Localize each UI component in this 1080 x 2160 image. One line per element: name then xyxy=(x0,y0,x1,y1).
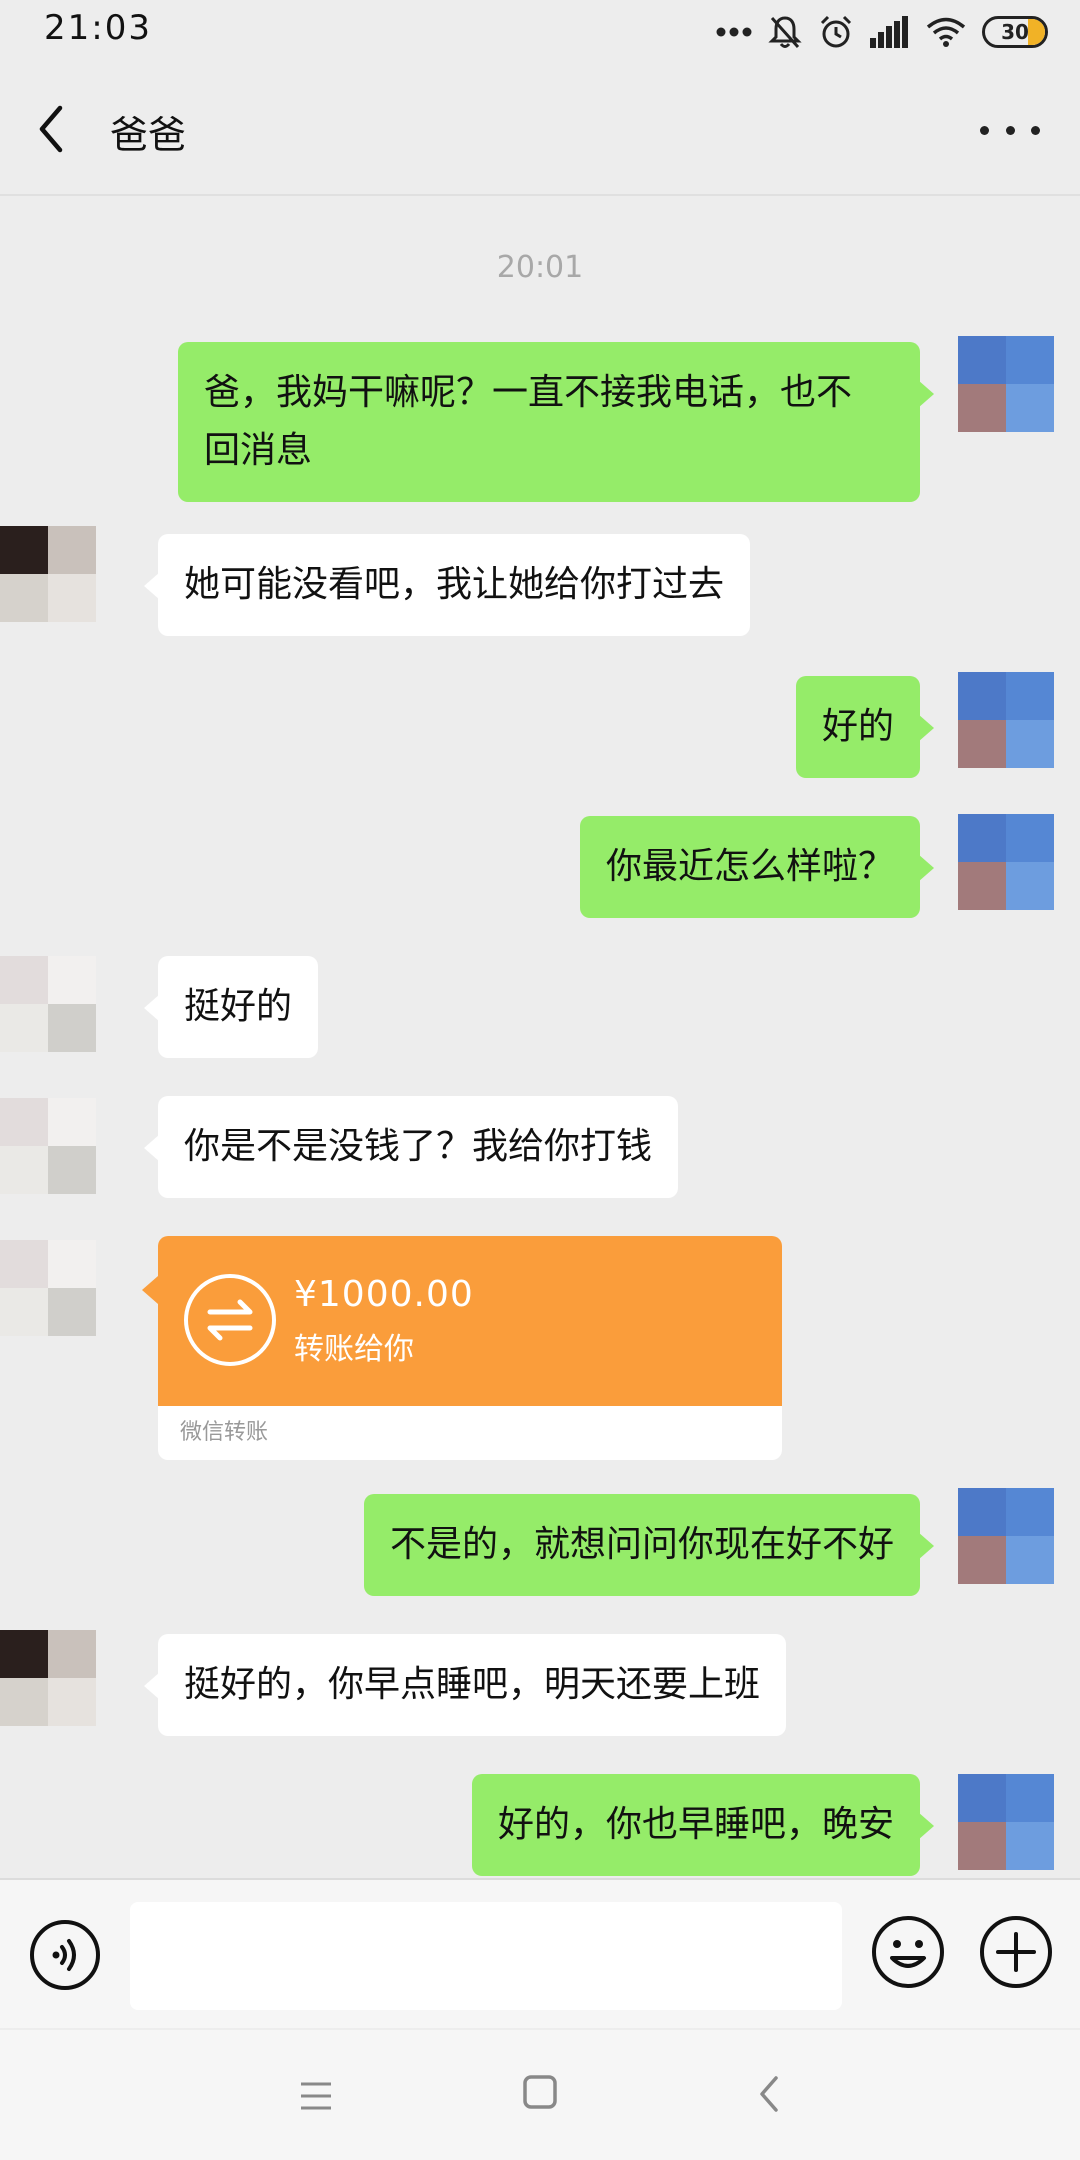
nav-menu-button[interactable] xyxy=(298,2078,334,2114)
message-bubble-me[interactable]: 好的，你也早睡吧，晚安 xyxy=(471,1774,935,1876)
message-text: 她可能没看吧，我让她给你打过去 xyxy=(184,564,725,605)
input-bar xyxy=(0,1878,1080,2028)
chat-title: 爸爸 xyxy=(110,113,187,157)
system-nav-bar xyxy=(0,2030,1080,2160)
back-arrow-icon xyxy=(760,2076,778,2112)
chevron-left-icon xyxy=(39,105,63,153)
more-horizontal-icon xyxy=(980,125,989,135)
mute-bell-icon xyxy=(768,16,802,49)
dad-avatar[interactable] xyxy=(0,956,96,1052)
message-timestamp: 20:01 xyxy=(496,250,584,285)
home-square-icon xyxy=(523,2075,557,2109)
more-dots-icon xyxy=(716,27,752,37)
message-text: 好的 xyxy=(821,706,894,747)
plus-circle-icon xyxy=(980,1916,1052,1988)
message-text: 挺好的，你早点睡吧，明天还要上班 xyxy=(184,1664,761,1705)
signal-icon xyxy=(870,16,908,48)
emoji-button[interactable] xyxy=(870,1914,946,1990)
message-text: 不是的，就想问问你现在好不好 xyxy=(389,1524,894,1565)
dad-avatar[interactable] xyxy=(0,526,96,622)
wifi-icon xyxy=(926,17,966,47)
transfer-description: 转账给你 xyxy=(294,1332,414,1367)
message-bubble-dad[interactable]: 挺好的 xyxy=(143,956,319,1058)
transfer-amount: ¥1000.00 xyxy=(294,1274,474,1315)
message-bubble-dad[interactable]: 她可能没看吧，我让她给你打过去 xyxy=(143,534,751,636)
message-text: 挺好的 xyxy=(184,986,293,1027)
message-bubble-me[interactable]: 你最近怎么样啦？ xyxy=(579,816,935,918)
message-text: 你是不是没钱了？我给你打钱 xyxy=(184,1126,653,1167)
transfer-bubble-tail xyxy=(142,1276,158,1304)
voice-button[interactable] xyxy=(28,1918,102,1992)
alarm-icon xyxy=(820,15,852,48)
message-text: 好的，你也早睡吧，晚安 xyxy=(497,1804,894,1845)
nav-home-button[interactable] xyxy=(522,2074,558,2110)
my-avatar[interactable] xyxy=(958,1488,1054,1584)
back-button[interactable] xyxy=(30,100,80,158)
my-avatar[interactable] xyxy=(958,672,1054,768)
message-bubble-me[interactable]: 好的 xyxy=(795,676,935,778)
nav-back-button[interactable] xyxy=(752,2074,788,2114)
more-functions-button[interactable] xyxy=(978,1914,1054,1990)
status-time: 21:03 xyxy=(44,8,152,48)
my-avatar[interactable] xyxy=(958,814,1054,910)
status-bar: 21:03 30 xyxy=(0,0,1080,62)
transfer-card-body: ¥1000.00 转账给你 xyxy=(158,1236,782,1406)
more-button[interactable] xyxy=(980,112,1040,148)
message-input[interactable] xyxy=(130,1902,842,2010)
dad-avatar[interactable] xyxy=(0,1098,96,1194)
message-bubble-me[interactable]: 爸，我妈干嘛呢？一直不接我电话，也不 回消息 xyxy=(178,342,934,502)
emoji-icon xyxy=(872,1916,944,1988)
transfer-footer: 微信转账 xyxy=(180,1420,269,1445)
battery-icon: 30 xyxy=(982,16,1048,48)
message-bubble-dad[interactable]: 挺好的，你早点睡吧，明天还要上班 xyxy=(143,1634,787,1736)
my-avatar[interactable] xyxy=(958,336,1054,432)
dad-avatar[interactable] xyxy=(0,1630,96,1726)
my-avatar[interactable] xyxy=(958,1774,1054,1870)
menu-icon xyxy=(301,2082,331,2110)
transfer-card[interactable]: ¥1000.00 转账给你 微信转账 xyxy=(158,1236,782,1460)
message-text: 你最近怎么样啦？ xyxy=(605,846,894,887)
message-text-line: 爸，我妈干嘛呢？一直不接我电话，也不 xyxy=(204,372,853,413)
message-bubble-me[interactable]: 不是的，就想问问你现在好不好 xyxy=(363,1494,935,1596)
message-text-line: 回消息 xyxy=(204,430,313,471)
dad-avatar[interactable] xyxy=(0,1240,96,1336)
status-icons: 30 xyxy=(716,12,1048,52)
battery-level: 30 xyxy=(1001,20,1029,44)
message-bubble-dad[interactable]: 你是不是没钱了？我给你打钱 xyxy=(143,1096,679,1198)
chat-header: 爸爸 xyxy=(0,62,1080,196)
voice-icon xyxy=(30,1920,100,1990)
transfer-arrows-icon xyxy=(184,1274,276,1366)
